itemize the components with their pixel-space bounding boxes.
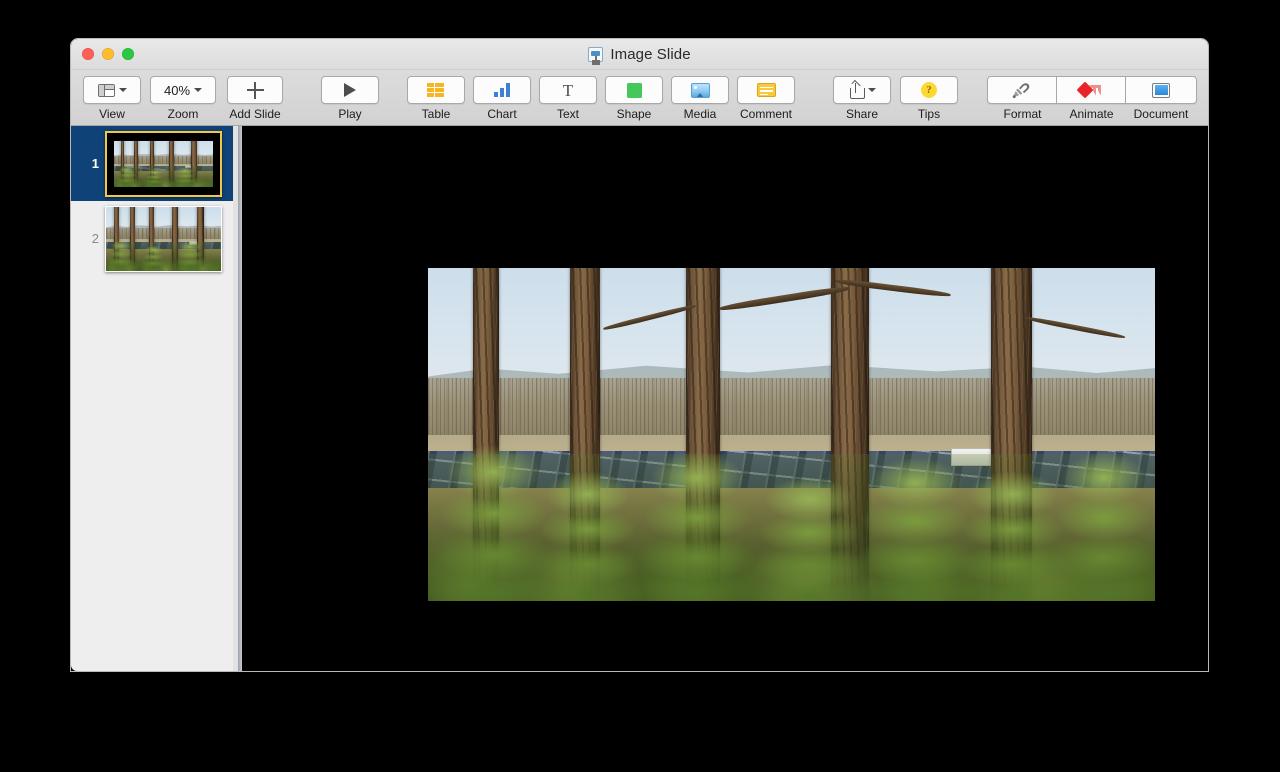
title-bar: Image Slide [71,39,1208,70]
inspector-segmented-control [987,76,1197,104]
media-label: Media [683,107,717,121]
animate-button[interactable] [1057,77,1126,103]
chevron-down-icon [194,88,203,92]
window-title: Image Slide [610,46,691,63]
toolbar-item-tips: ? Tips [900,76,958,121]
chevron-down-icon [867,88,876,92]
toolbar-item-text: T Text [539,76,597,121]
format-label: Format [1003,107,1042,121]
green-square-icon [626,82,642,98]
toolbar-group-insert: Table Chart T Text Shape Media Comment [407,76,795,121]
pine-sapling [1045,447,1155,601]
keynote-window: Image Slide View 40% Zoom Add Slide Play… [71,39,1208,671]
maximize-button[interactable] [122,48,134,60]
toolbar: View 40% Zoom Add Slide Play Table Chart… [71,70,1208,126]
zoom-button[interactable]: 40% [150,76,216,104]
play-label: Play [338,107,362,121]
toolbar-item-zoom: 40% Zoom [150,76,216,121]
minimize-button[interactable] [102,48,114,60]
toolbar-item-comment: Comment [737,76,795,121]
text-t-icon: T [562,80,574,100]
thumbnail-image-2 [105,205,222,272]
play-button[interactable] [321,76,379,104]
bar-chart-icon [494,83,510,97]
paintbrush-icon [1012,82,1032,99]
plus-icon [246,81,264,99]
shape-label: Shape [616,107,652,121]
view-button[interactable] [83,76,141,104]
toolbar-group-play: Play [321,76,379,121]
pine-trees-solar-farm-photo [106,206,221,271]
slide-thumbnail-1[interactable]: 1 [71,126,238,201]
question-mark-icon: ? [921,82,937,98]
pine-sapling [631,447,763,601]
title-group: Image Slide [71,46,1208,63]
window-controls [82,48,134,60]
chevron-down-icon [118,88,127,92]
view-label: View [99,107,125,121]
add-slide-button[interactable] [227,76,283,104]
inspector-labels: Format Animate Document [988,107,1196,121]
share-upload-icon [849,79,865,99]
tips-button[interactable]: ? [900,76,958,104]
comment-label: Comment [739,107,792,121]
document-panel-icon [1152,82,1170,98]
document-label: Document [1133,107,1189,121]
close-button[interactable] [82,48,94,60]
shape-button[interactable] [605,76,663,104]
chart-button[interactable] [473,76,531,104]
play-triangle-icon [344,83,356,97]
toolbar-item-add-slide: Add Slide [227,76,283,121]
slide-number: 2 [91,231,99,246]
slide-photo[interactable] [428,268,1155,601]
share-label: Share [845,107,879,121]
toolbar-group-inspector: Format Animate Document [987,76,1197,121]
toolbar-group-view: View 40% Zoom Add Slide [83,76,283,121]
background-forest [428,377,1155,438]
toolbar-group-share: Share ? Tips [833,76,958,121]
pine-sapling [529,467,647,601]
toolbar-item-chart: Chart [473,76,531,121]
pine-trees-solar-farm-photo [114,140,213,187]
tips-label: Tips [917,107,941,121]
comment-note-icon [756,83,776,97]
red-diamond-icon [1076,81,1103,99]
slide-navigator[interactable]: 1 2 [71,126,238,671]
chart-label: Chart [487,107,517,121]
add-slide-label: Add Slide [229,107,281,121]
slide-number: 1 [91,156,99,171]
keynote-document-icon [588,47,604,62]
toolbar-item-table: Table [407,76,465,121]
toolbar-item-media: Media [671,76,729,121]
zoom-value: 40% [163,82,191,98]
sky [428,268,1155,382]
text-button[interactable]: T [539,76,597,104]
animate-label: Animate [1069,107,1114,121]
pine-trees-solar-farm-photo [428,268,1155,601]
view-layout-icon [97,83,115,97]
slide-canvas[interactable] [242,126,1208,671]
toolbar-item-shape: Shape [605,76,663,121]
format-button[interactable] [988,77,1057,103]
media-button[interactable] [671,76,729,104]
zoom-label: Zoom [167,107,199,121]
content-area: 1 2 [71,126,1208,671]
comment-button[interactable] [737,76,795,104]
table-grid-icon [427,83,445,97]
text-label: Text [556,107,579,121]
document-button[interactable] [1126,77,1196,103]
share-button[interactable] [833,76,891,104]
toolbar-item-view: View [83,76,141,121]
toolbar-item-share: Share [833,76,891,121]
table-label: Table [421,107,451,121]
photo-icon [690,82,710,98]
slide-thumbnail-2[interactable]: 2 [71,201,238,276]
thumbnail-image-1 [105,130,222,197]
table-button[interactable] [407,76,465,104]
toolbar-item-play: Play [321,76,379,121]
